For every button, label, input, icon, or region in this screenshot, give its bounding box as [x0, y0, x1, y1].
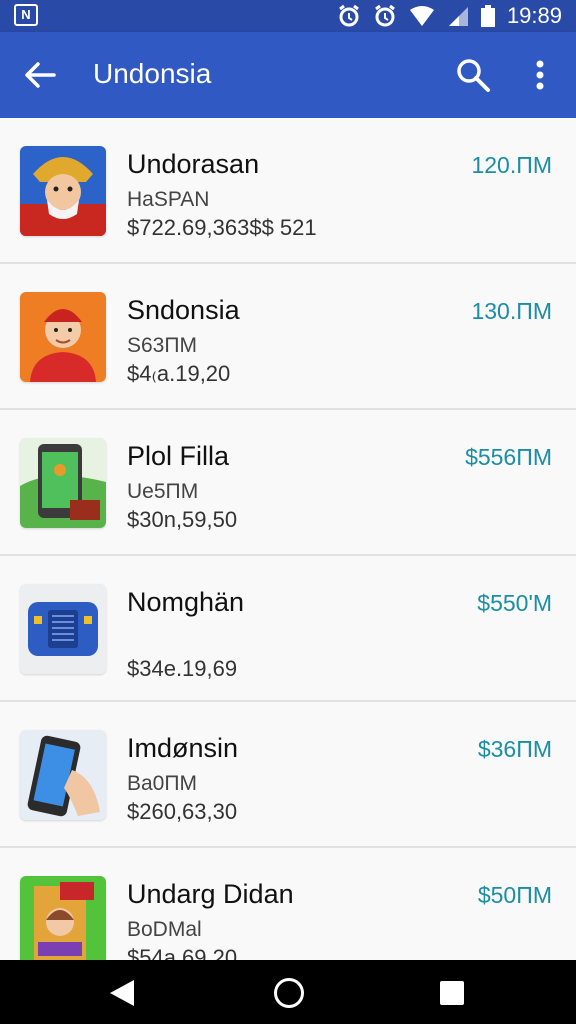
list-item[interactable]: Plol Filla Ue5ΠM $30n,59,50 $556ΠM: [0, 410, 576, 556]
item-subtitle: BoDMal: [127, 918, 202, 941]
signal-icon: [448, 7, 468, 26]
item-thumbnail: [20, 146, 106, 236]
app-bar: Undonsia: [0, 32, 576, 118]
item-price: $4₍a.19,20: [127, 361, 231, 386]
list-item[interactable]: Undorasan HaSPAN $722.69,363$$ 521 120.Π…: [0, 118, 576, 264]
notification-icon: N: [14, 4, 38, 26]
nav-back-icon[interactable]: [110, 980, 134, 1006]
item-name: Sndonsia: [127, 295, 240, 325]
item-thumbnail: [20, 438, 106, 528]
item-thumbnail: [20, 292, 106, 382]
item-price: $722.69,363$$ 521: [127, 215, 317, 240]
item-name: Undorasan: [127, 149, 260, 179]
item-subtitle: Ba0ΠM: [127, 772, 198, 795]
item-amount: $556ΠM: [465, 444, 552, 470]
item-amount: $550'M: [477, 590, 552, 616]
item-amount: 120.ΠM: [471, 152, 552, 178]
item-subtitle: S63ΠM: [127, 334, 198, 357]
alarm-icon: [339, 4, 359, 27]
status-bar: N 19:89: [0, 0, 576, 32]
list-item[interactable]: Nomghän $34e.19,69 $550'M: [0, 556, 576, 702]
list-item[interactable]: Sndonsia S63ΠM $4₍a.19,20 130.ΠM: [0, 264, 576, 410]
item-thumbnail: [20, 876, 106, 960]
item-name: Imdønsin: [127, 733, 239, 763]
more-vert-icon[interactable]: [524, 56, 556, 94]
back-arrow-icon[interactable]: [22, 57, 58, 93]
status-icons: 19:89: [337, 0, 562, 32]
item-subtitle: HaSPAN: [127, 188, 210, 211]
item-name: Nomghän: [127, 587, 245, 617]
nav-home-icon[interactable]: [274, 978, 304, 1008]
system-nav-bar: [0, 960, 576, 1024]
nav-recent-icon[interactable]: [440, 981, 464, 1005]
item-amount: 130.ΠM: [471, 298, 552, 324]
item-name: Undarg Didan: [127, 879, 294, 909]
item-name: Plol Filla: [127, 441, 230, 471]
wifi-icon: [409, 6, 434, 26]
page-title: Undonsia: [93, 58, 212, 89]
list-item[interactable]: Undarg Didan BoDMal $54a,69,20 $50ΠM: [0, 848, 576, 960]
item-subtitle: Ue5ΠM: [127, 480, 199, 503]
item-price: $34e.19,69: [127, 656, 238, 681]
list-item[interactable]: Imdønsin Ba0ΠM $260,63,30 $36ΠM: [0, 702, 576, 848]
item-price: $30n,59,50: [127, 507, 238, 532]
alarm-icon: [375, 4, 395, 27]
item-thumbnail: [20, 730, 106, 820]
search-icon[interactable]: [454, 56, 492, 94]
item-price: $54a,69,20: [127, 945, 238, 960]
clock-time: 19:89: [506, 3, 562, 28]
item-amount: $50ΠM: [477, 882, 552, 908]
item-list: Undorasan HaSPAN $722.69,363$$ 521 120.Π…: [0, 118, 576, 960]
item-amount: $36ΠM: [477, 736, 552, 762]
item-thumbnail: [20, 584, 106, 674]
battery-icon: [480, 5, 495, 27]
item-price: $260,63,30: [127, 799, 238, 824]
